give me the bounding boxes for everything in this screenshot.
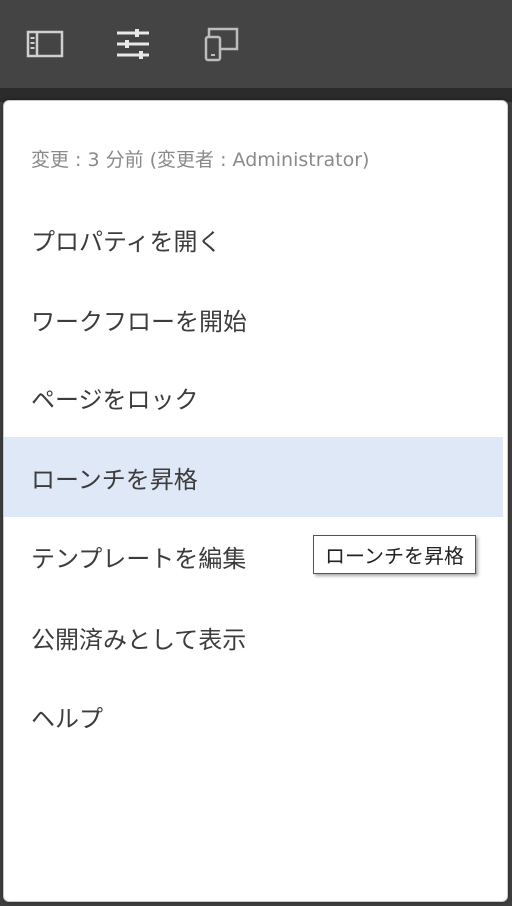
menu-item-start-workflow[interactable]: ワークフローを開始: [4, 279, 503, 359]
menu-item-view-as-published[interactable]: 公開済みとして表示: [4, 597, 503, 677]
menu-item-open-properties[interactable]: プロパティを開く: [4, 199, 503, 279]
menu-item-promote-launch[interactable]: ローンチを昇格: [4, 437, 503, 517]
menu-item-label: ワークフローを開始: [31, 307, 247, 336]
sidebar-toggle-icon: [26, 30, 64, 58]
menu-item-label: ページをロック: [31, 385, 199, 414]
menu-item-label: 公開済みとして表示: [31, 625, 247, 654]
device-emulator-button[interactable]: [199, 22, 243, 66]
menu-item-label: テンプレートを編集: [31, 544, 247, 573]
menu-item-label: ローンチを昇格: [31, 465, 198, 494]
page-actions-popover: 変更 : 3 分前 (変更者 : Administrator) プロパティを開く…: [3, 100, 508, 902]
modified-info: 変更 : 3 分前 (変更者 : Administrator): [31, 149, 370, 171]
menu-item-help[interactable]: ヘルプ: [4, 676, 503, 756]
adjust-sliders-icon: [117, 29, 149, 59]
top-toolbar: [0, 0, 512, 88]
adjust-sliders-button[interactable]: [111, 22, 155, 66]
sidebar-toggle-button[interactable]: [23, 22, 67, 66]
menu-item-label: ヘルプ: [31, 704, 103, 733]
device-emulator-icon: [204, 27, 239, 62]
menu-item-label: プロパティを開く: [31, 227, 222, 256]
menu-item-lock-page[interactable]: ページをロック: [4, 357, 503, 437]
tooltip: ローンチを昇格: [313, 535, 476, 574]
